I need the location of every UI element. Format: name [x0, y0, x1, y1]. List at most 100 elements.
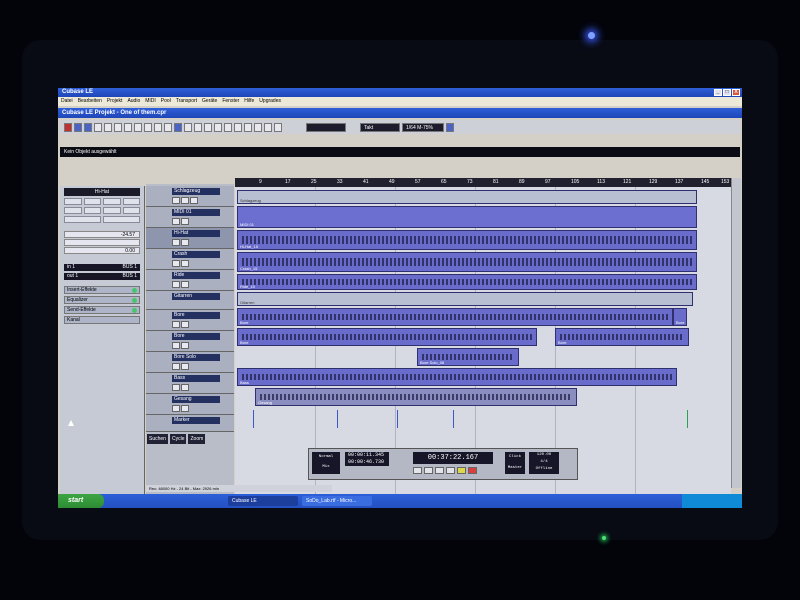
- monitor-button[interactable]: [83, 207, 101, 214]
- freeze-button[interactable]: [103, 216, 140, 223]
- marker-line-3[interactable]: [397, 410, 398, 428]
- transport-rewind-icon[interactable]: [413, 467, 422, 474]
- marker-line-4[interactable]: [453, 410, 454, 428]
- arrow-tool-icon[interactable]: [174, 122, 182, 132]
- color-palette-icon[interactable]: [446, 122, 454, 132]
- mixer-icon[interactable]: [114, 122, 122, 132]
- part-bore-1b[interactable]: Bore: [673, 308, 687, 326]
- marker-zoom-select[interactable]: Zoom: [188, 434, 206, 444]
- inspector-section-eq[interactable]: Equalizer: [64, 296, 140, 304]
- inspector-section-inserts[interactable]: Insert-Effekte: [64, 286, 140, 294]
- menu-upgrades[interactable]: Upgrades: [259, 97, 281, 106]
- draw-tool-icon[interactable]: [244, 122, 252, 132]
- channel-settings-button[interactable]: [64, 216, 101, 223]
- track-crash[interactable]: Crash: [146, 249, 234, 270]
- track-hihat[interactable]: Hi-Hat: [146, 228, 234, 249]
- solo-button[interactable]: [83, 198, 101, 205]
- part-bore-2[interactable]: Bore: [237, 328, 537, 346]
- track-gesang[interactable]: Gesang: [146, 394, 234, 415]
- transport-mode[interactable]: Normal Mix: [312, 452, 340, 474]
- transport-forward-icon[interactable]: [424, 467, 433, 474]
- maximize-button[interactable]: □: [723, 89, 731, 96]
- forward-icon[interactable]: [134, 122, 142, 132]
- play-icon[interactable]: [154, 122, 162, 132]
- volume-value[interactable]: -24.57: [64, 231, 140, 238]
- part-bass[interactable]: Bass: [237, 368, 677, 386]
- transport-cycle-icon[interactable]: [435, 467, 444, 474]
- grid-type-select[interactable]: [306, 122, 346, 132]
- transport-play-icon[interactable]: [457, 467, 466, 474]
- edit-button[interactable]: [122, 207, 140, 214]
- marker-line-5[interactable]: [687, 410, 688, 428]
- mute-tool-icon[interactable]: [234, 122, 242, 132]
- read-button[interactable]: [103, 198, 121, 205]
- part-midi01[interactable]: MIDI 01: [237, 206, 697, 228]
- position-display[interactable]: 00:37:22.167: [413, 452, 493, 464]
- play-tool-icon[interactable]: [254, 122, 262, 132]
- output-routing[interactable]: out 1 BUS 1: [64, 273, 140, 280]
- nudge-icon[interactable]: [264, 122, 272, 132]
- range-tool-icon[interactable]: [184, 122, 192, 132]
- snap-toggle-icon[interactable]: [274, 122, 282, 132]
- part-bore-2b[interactable]: Bore: [555, 328, 689, 346]
- erase-tool-icon[interactable]: [214, 122, 222, 132]
- tempo-display[interactable]: 120.00 4/4 Offline: [529, 452, 559, 474]
- menu-bearbeiten[interactable]: Bearbeiten: [78, 97, 102, 106]
- click-toggle[interactable]: Click Master: [505, 452, 525, 474]
- track-bore-1[interactable]: Bore: [146, 310, 234, 331]
- marker-line-2[interactable]: [337, 410, 338, 428]
- record-enable-button[interactable]: [64, 207, 82, 214]
- infoline-toggle-icon[interactable]: [84, 122, 92, 132]
- glue-tool-icon[interactable]: [204, 122, 212, 132]
- record-icon[interactable]: [164, 122, 172, 132]
- track-folder-gitarren[interactable]: Gitarren: [146, 291, 234, 310]
- inspector-section-sends[interactable]: Send-Effekte: [64, 306, 140, 314]
- minimize-button[interactable]: _: [714, 89, 722, 96]
- menu-datei[interactable]: Datei: [61, 97, 73, 106]
- zoom-tool-icon[interactable]: [224, 122, 232, 132]
- left-locator[interactable]: 00:00:11.345: [348, 452, 389, 459]
- track-bore-2[interactable]: Bore: [146, 331, 234, 352]
- menu-audio[interactable]: Audio: [127, 97, 140, 106]
- split-tool-icon[interactable]: [194, 122, 202, 132]
- menu-hilfe[interactable]: Hilfe: [244, 97, 254, 106]
- taskbar-item-cubase[interactable]: Cubase LE: [228, 496, 298, 506]
- pool-icon[interactable]: [104, 122, 112, 132]
- part-gitarren[interactable]: Gitarren: [237, 292, 693, 306]
- part-gesang[interactable]: Gesang: [255, 388, 577, 406]
- pan-value[interactable]: 0.00: [64, 247, 140, 254]
- menu-midi[interactable]: MIDI: [145, 97, 156, 106]
- lock-button[interactable]: [103, 207, 121, 214]
- menu-transport[interactable]: Transport: [176, 97, 197, 106]
- taskbar-item-document[interactable]: SoDo_Lab.rtf - Micro...: [302, 496, 372, 506]
- transport-record-icon[interactable]: [468, 467, 477, 474]
- right-locator[interactable]: 00:00:46.730: [348, 459, 389, 466]
- menu-fenster[interactable]: Fenster: [222, 97, 239, 106]
- menu-geraete[interactable]: Geräte: [202, 97, 217, 106]
- marker-search-select[interactable]: Suchen: [147, 434, 168, 444]
- write-button[interactable]: [122, 198, 140, 205]
- track-bore-solo[interactable]: Bore Solo: [146, 352, 234, 373]
- menu-pool[interactable]: Pool: [161, 97, 171, 106]
- transport-stop-icon[interactable]: [446, 467, 455, 474]
- marker-line-1[interactable]: [253, 410, 254, 428]
- track-marker[interactable]: Marker: [146, 415, 234, 432]
- start-button[interactable]: start: [58, 494, 104, 508]
- part-crash[interactable]: Crash_15: [237, 252, 697, 272]
- marker-cycle-select[interactable]: Cycle: [169, 434, 187, 444]
- part-bore-1[interactable]: Bore: [237, 308, 673, 326]
- mute-button[interactable]: [64, 198, 82, 205]
- close-button[interactable]: X: [732, 89, 740, 96]
- menu-projekt[interactable]: Projekt: [107, 97, 123, 106]
- quantize-select[interactable]: 1/64 M-75%: [402, 122, 444, 132]
- pan-indicator[interactable]: [64, 239, 140, 246]
- part-ride[interactable]: Ride_15: [237, 274, 697, 290]
- rewind-icon[interactable]: [124, 122, 132, 132]
- track-midi01[interactable]: MIDI 01: [146, 207, 234, 228]
- part-hihat[interactable]: Hi-Hat_15: [237, 230, 697, 250]
- inspector-section-channel[interactable]: Kanal: [64, 316, 140, 324]
- track-folder-schlagzeug[interactable]: Schlagzeug: [146, 186, 234, 207]
- track-bass[interactable]: Bass: [146, 373, 234, 394]
- overview-toggle-icon[interactable]: [94, 122, 102, 132]
- part-schlagzeug[interactable]: Schlagzeug: [237, 190, 697, 204]
